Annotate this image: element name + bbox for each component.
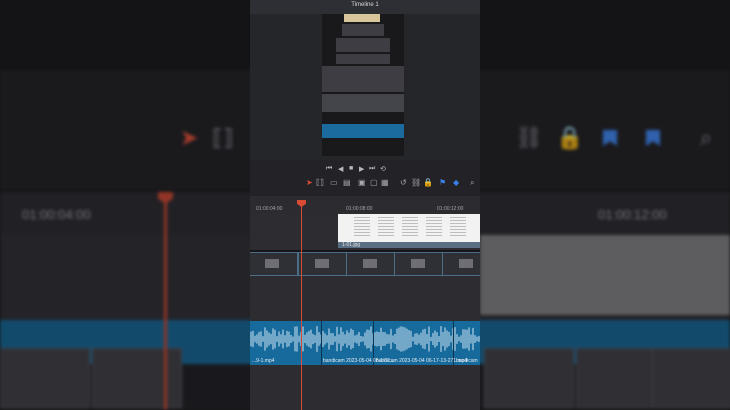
bg-timecode-right: 01:00:12:00	[598, 207, 667, 222]
preview-block	[322, 94, 404, 112]
video-thumbnail[interactable]	[394, 252, 444, 276]
bg-playhead	[164, 195, 167, 410]
editor-frame: Timeline 1 ⏮ ◀ ■ ▶ ⏭ ⟲ ➤ ⟦⟧ ▭ ▤ ▣ ▢ ▦ ↺ …	[250, 0, 480, 410]
playhead[interactable]	[301, 202, 302, 410]
bg-lock-icon: 🔒	[556, 125, 584, 150]
trim-icon[interactable]: ⟦⟧	[316, 178, 324, 187]
audio-clip-name: bandicam	[456, 358, 478, 364]
rewind-icon[interactable]: ◀	[338, 165, 343, 173]
bg-thumb	[92, 348, 182, 408]
thumb-detail	[315, 259, 329, 268]
play-icon[interactable]: ▶	[359, 165, 364, 173]
text-column	[426, 217, 442, 237]
prev-icon[interactable]: ⏮	[326, 165, 332, 173]
marker-icon[interactable]: ◆	[453, 178, 459, 187]
preview-audio	[322, 124, 404, 138]
preview-block	[322, 66, 404, 92]
preview-block	[342, 24, 384, 36]
video-thumbnail[interactable]	[298, 252, 348, 276]
thumb-detail	[459, 259, 473, 268]
text-column	[402, 217, 418, 237]
fit-icon[interactable]: ▦	[381, 178, 389, 187]
insert-icon[interactable]: ▤	[343, 178, 351, 187]
timecode-label: 01:00:08:00	[346, 206, 373, 212]
text-column	[378, 217, 394, 237]
viewer-header: Timeline 1	[250, 0, 480, 14]
bg-select-icon: ➤	[180, 125, 199, 150]
video-thumbnail[interactable]	[442, 252, 480, 276]
video-thumbnail[interactable]	[250, 252, 298, 276]
thumb-detail	[363, 259, 377, 268]
timeline-title[interactable]: Timeline 1	[250, 2, 480, 8]
bg-thumb	[0, 348, 90, 408]
bg-trim-icon: ⟦⟧	[212, 125, 234, 150]
audio-clip-name: ...9-1.mp4	[252, 358, 275, 364]
viewer-preview	[322, 14, 404, 156]
viewer-panel: Timeline 1	[250, 0, 480, 160]
stop-icon[interactable]: ■	[349, 165, 353, 172]
transport-controls: ⏮ ◀ ■ ▶ ⏭ ⟲	[250, 163, 480, 177]
select-icon[interactable]: ➤	[306, 178, 313, 187]
bg-timecode-left: 01:00:04:00	[22, 207, 91, 222]
video-thumbnail[interactable]	[346, 252, 396, 276]
thumb-detail	[411, 259, 425, 268]
next-icon[interactable]: ⏭	[369, 165, 375, 173]
timeline-ruler[interactable]: 01:00:04:00 01:00:08:00 01:00:12:00	[250, 196, 480, 215]
timecode-label: 01:00:12:00	[437, 206, 464, 212]
bg-zoom-icon: ⌕	[700, 125, 713, 150]
preview-block	[336, 54, 390, 64]
link-icon[interactable]: ⛓	[411, 178, 421, 187]
text-column	[450, 217, 466, 237]
blade-icon[interactable]: ▭	[330, 178, 338, 187]
audio-clip-name: bandicam 2023-05-04 06-17-13-271.mp4	[376, 358, 468, 364]
replace-icon[interactable]: ▢	[370, 178, 378, 187]
timecode-label: 01:00:04:00	[256, 206, 283, 212]
zoom-icon[interactable]: ⌕	[470, 178, 474, 188]
audio-waveform	[250, 326, 480, 352]
bg-image-clip	[480, 235, 730, 315]
loop-icon[interactable]: ⟲	[380, 165, 386, 173]
edit-toolbar: ➤ ⟦⟧ ▭ ▤ ▣ ▢ ▦ ↺ ⛓ 🔒 ⚑ ◆ ⌕	[250, 177, 480, 191]
snap-icon[interactable]: ↺	[400, 178, 407, 187]
thumb-detail	[265, 259, 279, 268]
image-clip[interactable]	[338, 214, 480, 242]
bg-link-icon: ⛓	[515, 125, 543, 150]
flag-icon[interactable]: ⚑	[439, 178, 446, 187]
lock-icon[interactable]: 🔒	[423, 178, 433, 187]
text-column	[354, 217, 370, 237]
preview-block	[344, 14, 380, 22]
preview-block	[336, 38, 390, 52]
overwrite-icon[interactable]: ▣	[358, 178, 366, 187]
bg-thumb	[652, 348, 730, 408]
clip-boundary	[321, 321, 322, 365]
image-clip-name: 1-01.jpg	[342, 242, 361, 248]
bg-thumb	[484, 348, 574, 408]
